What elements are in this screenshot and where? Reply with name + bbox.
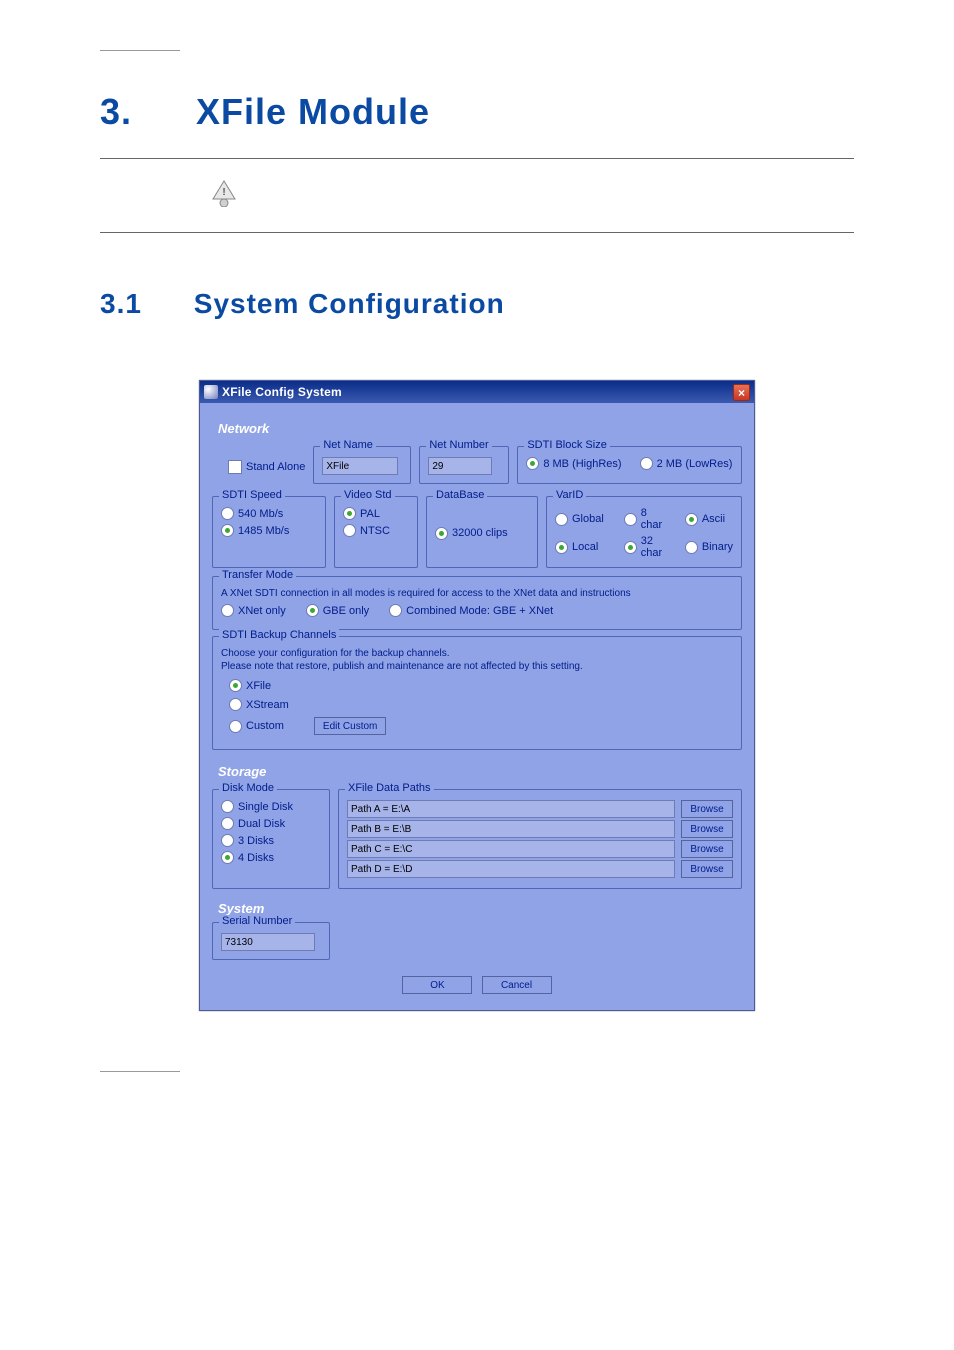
radio-32char[interactable]: 32 char <box>624 535 665 559</box>
dialog-titlebar[interactable]: XFile Config System × <box>200 381 754 403</box>
radio-local[interactable]: Local <box>555 535 604 559</box>
radio-single-disk[interactable]: Single Disk <box>221 800 321 813</box>
section-network: Network <box>218 421 742 436</box>
section-storage: Storage <box>218 764 742 779</box>
browse-a-button[interactable]: Browse <box>681 800 733 818</box>
path-b-input[interactable] <box>347 820 675 838</box>
path-d-input[interactable] <box>347 860 675 878</box>
radio-1485[interactable]: 1485 Mb/s <box>221 524 317 537</box>
net-number-input[interactable] <box>428 457 492 475</box>
radio-xnet-only[interactable]: XNet only <box>221 604 286 617</box>
radio-pal[interactable]: PAL <box>343 507 409 520</box>
xfile-config-dialog: XFile Config System × Network Stand Alon… <box>199 380 755 1011</box>
radio-binary[interactable]: Binary <box>685 535 733 559</box>
radio-8char[interactable]: 8 char <box>624 507 665 531</box>
cancel-button[interactable]: Cancel <box>482 976 552 994</box>
radio-ntsc[interactable]: NTSC <box>343 524 409 537</box>
radio-4-disks[interactable]: 4 Disks <box>221 851 321 864</box>
radio-global[interactable]: Global <box>555 507 604 531</box>
serial-number-input[interactable] <box>221 933 315 951</box>
net-name-input[interactable] <box>322 457 398 475</box>
path-c-input[interactable] <box>347 840 675 858</box>
edit-custom-button[interactable]: Edit Custom <box>314 717 386 735</box>
dialog-title: XFile Config System <box>222 385 733 399</box>
radio-gbe-only[interactable]: GBE only <box>306 604 369 617</box>
heading-chapter: 3. XFile Module <box>100 91 854 133</box>
note-icon: ! <box>210 179 854 212</box>
stand-alone-checkbox[interactable]: Stand Alone <box>228 448 305 486</box>
radio-backup-xfile[interactable]: XFile <box>229 679 733 692</box>
heading-section: 3.1 System Configuration <box>100 288 854 320</box>
radio-32000clips[interactable]: 32000 clips <box>435 527 508 540</box>
close-icon[interactable]: × <box>733 384 750 401</box>
radio-3-disks[interactable]: 3 Disks <box>221 834 321 847</box>
radio-540[interactable]: 540 Mb/s <box>221 507 317 520</box>
section-system: System <box>218 901 742 916</box>
app-icon <box>204 385 218 399</box>
svg-text:!: ! <box>222 187 225 198</box>
radio-ascii[interactable]: Ascii <box>685 507 733 531</box>
browse-b-button[interactable]: Browse <box>681 820 733 838</box>
radio-backup-xstream[interactable]: XStream <box>229 698 733 711</box>
ok-button[interactable]: OK <box>402 976 472 994</box>
path-a-input[interactable] <box>347 800 675 818</box>
radio-2mb[interactable]: 2 MB (LowRes) <box>640 457 733 470</box>
radio-8mb[interactable]: 8 MB (HighRes) <box>526 457 621 470</box>
browse-c-button[interactable]: Browse <box>681 840 733 858</box>
radio-backup-custom[interactable]: Custom <box>229 720 284 733</box>
radio-combined[interactable]: Combined Mode: GBE + XNet <box>389 604 553 617</box>
checkbox-icon <box>228 460 242 474</box>
radio-dual-disk[interactable]: Dual Disk <box>221 817 321 830</box>
browse-d-button[interactable]: Browse <box>681 860 733 878</box>
